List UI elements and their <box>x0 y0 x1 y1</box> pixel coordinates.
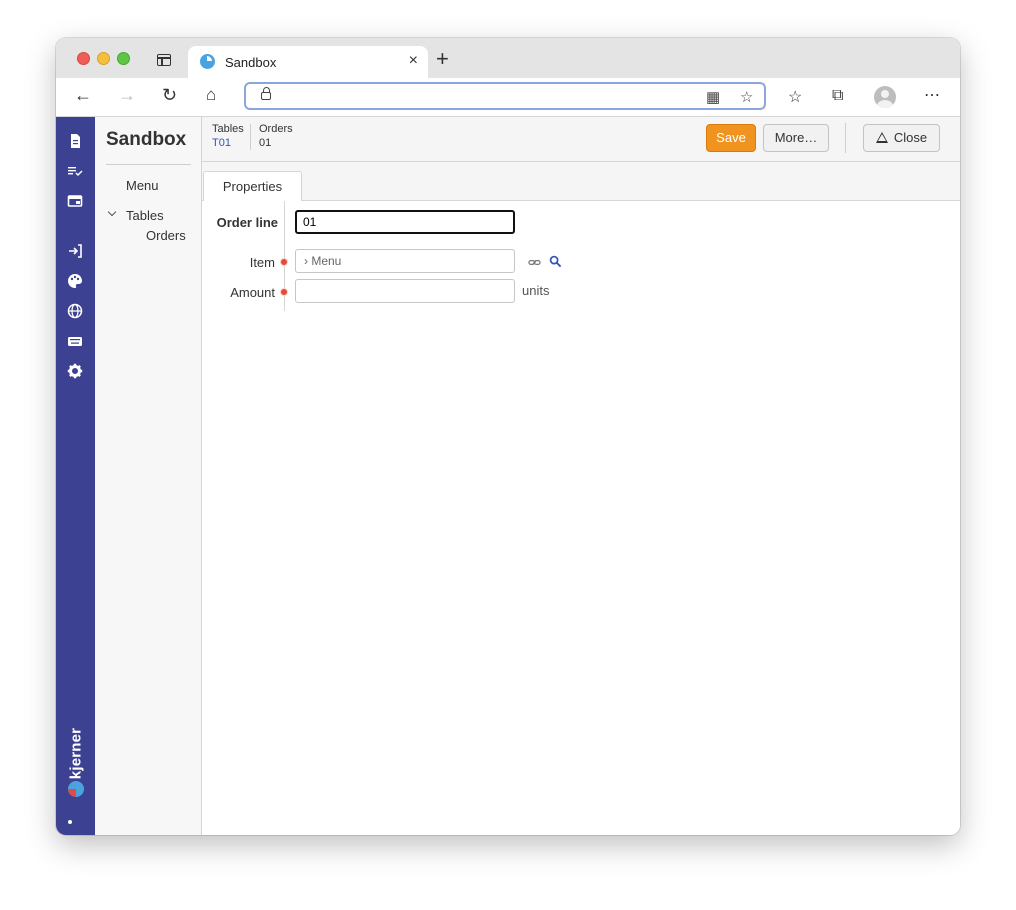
nav-rail: kjerner <box>56 117 95 835</box>
breadcrumb-tables[interactable]: Tables T01 <box>212 122 244 150</box>
favicon-icon <box>200 54 215 69</box>
breadcrumb-key: Orders <box>259 123 293 135</box>
item-input[interactable]: › Menu <box>295 249 515 273</box>
brand-mark-icon <box>68 781 84 797</box>
main-panel: Tables T01 Orders 01 Save More… Close Pr… <box>202 117 960 835</box>
keyboard-icon[interactable] <box>66 332 84 350</box>
lock-icon <box>261 87 271 100</box>
window-close-button[interactable] <box>77 52 90 65</box>
gear-icon[interactable] <box>66 362 84 380</box>
home-icon[interactable]: ⌂ <box>206 86 216 103</box>
sidebar-item-orders[interactable]: Orders <box>146 228 186 243</box>
checklist-icon[interactable] <box>66 162 84 180</box>
item-label: Item <box>249 255 275 270</box>
brand-logo: kjerner <box>59 717 93 802</box>
more-button[interactable]: More… <box>763 124 829 152</box>
forward-arrow-icon[interactable]: → <box>118 86 136 104</box>
window-icon[interactable] <box>66 192 84 210</box>
browser-toolbar: ← → ↻ ⌂ ▦ ☆ ☆ ⧉ ⋯ <box>56 78 960 117</box>
status-dot <box>68 820 72 824</box>
globe-icon[interactable] <box>66 302 84 320</box>
brand-name: kjerner <box>67 727 85 780</box>
order-line-input[interactable]: 01 <box>295 210 515 234</box>
apps-icon[interactable]: ▦ <box>706 88 720 106</box>
sidebar-title: Sandbox <box>106 129 187 150</box>
favorites-icon[interactable]: ☆ <box>788 87 802 107</box>
warning-icon <box>875 132 888 143</box>
sidebar-item-menu[interactable]: Menu <box>126 178 159 193</box>
order-line-label: Order line <box>216 215 278 230</box>
browser-window: Sandbox × + ← → ↻ ⌂ ▦ ☆ ☆ ⧉ ⋯ kjerner Sa… <box>56 38 960 835</box>
required-indicator <box>280 258 288 266</box>
address-bar[interactable]: ▦ ☆ <box>244 82 766 110</box>
amount-input[interactable] <box>295 279 515 303</box>
sidebar: Sandbox Menu Tables Orders <box>95 117 202 835</box>
new-tab-button[interactable]: + <box>436 48 449 70</box>
properties-form: Order line 01 Item › Menu Amount units <box>202 201 960 321</box>
chevron-down-icon[interactable] <box>107 207 117 217</box>
link-icon[interactable] <box>528 256 541 269</box>
tab-properties[interactable]: Properties <box>203 171 302 201</box>
required-indicator <box>280 288 288 296</box>
breadcrumb-value[interactable]: T01 <box>212 136 244 150</box>
sidebar-item-tables[interactable]: Tables <box>126 208 164 223</box>
toolbar-divider <box>845 123 846 153</box>
app-content: kjerner Sandbox Menu Tables Orders Table… <box>56 117 960 835</box>
palette-icon[interactable] <box>66 272 84 290</box>
save-button[interactable]: Save <box>706 124 756 152</box>
tab-close-icon[interactable]: × <box>409 52 418 70</box>
back-arrow-icon[interactable]: ← <box>74 86 92 104</box>
profile-avatar[interactable] <box>874 86 896 108</box>
close-button-label: Close <box>893 130 928 145</box>
browser-tabbar: Sandbox × + <box>56 38 960 78</box>
document-icon[interactable] <box>66 132 84 150</box>
breadcrumb-key: Tables <box>212 123 244 135</box>
sidebar-divider <box>106 164 191 165</box>
add-favorite-icon[interactable]: ☆ <box>740 88 753 106</box>
browser-tab[interactable]: Sandbox × <box>188 46 428 78</box>
amount-label: Amount <box>230 285 275 300</box>
reload-icon[interactable]: ↻ <box>162 86 177 104</box>
window-minimize-button[interactable] <box>97 52 110 65</box>
sign-in-icon[interactable] <box>66 242 84 260</box>
tab-strip: Properties <box>202 162 960 201</box>
window-zoom-button[interactable] <box>117 52 130 65</box>
close-button[interactable]: Close <box>863 124 940 152</box>
workspaces-icon[interactable] <box>157 54 171 66</box>
record-header: Tables T01 Orders 01 Save More… Close <box>202 117 960 162</box>
more-menu-icon[interactable]: ⋯ <box>924 85 940 105</box>
breadcrumb-orders: Orders 01 <box>259 122 293 150</box>
tab-title: Sandbox <box>225 55 277 70</box>
breadcrumb-value: 01 <box>259 137 272 149</box>
search-icon[interactable] <box>549 255 562 268</box>
amount-unit: units <box>522 283 550 298</box>
collections-icon[interactable]: ⧉ <box>832 87 843 105</box>
breadcrumb-divider <box>250 124 251 150</box>
